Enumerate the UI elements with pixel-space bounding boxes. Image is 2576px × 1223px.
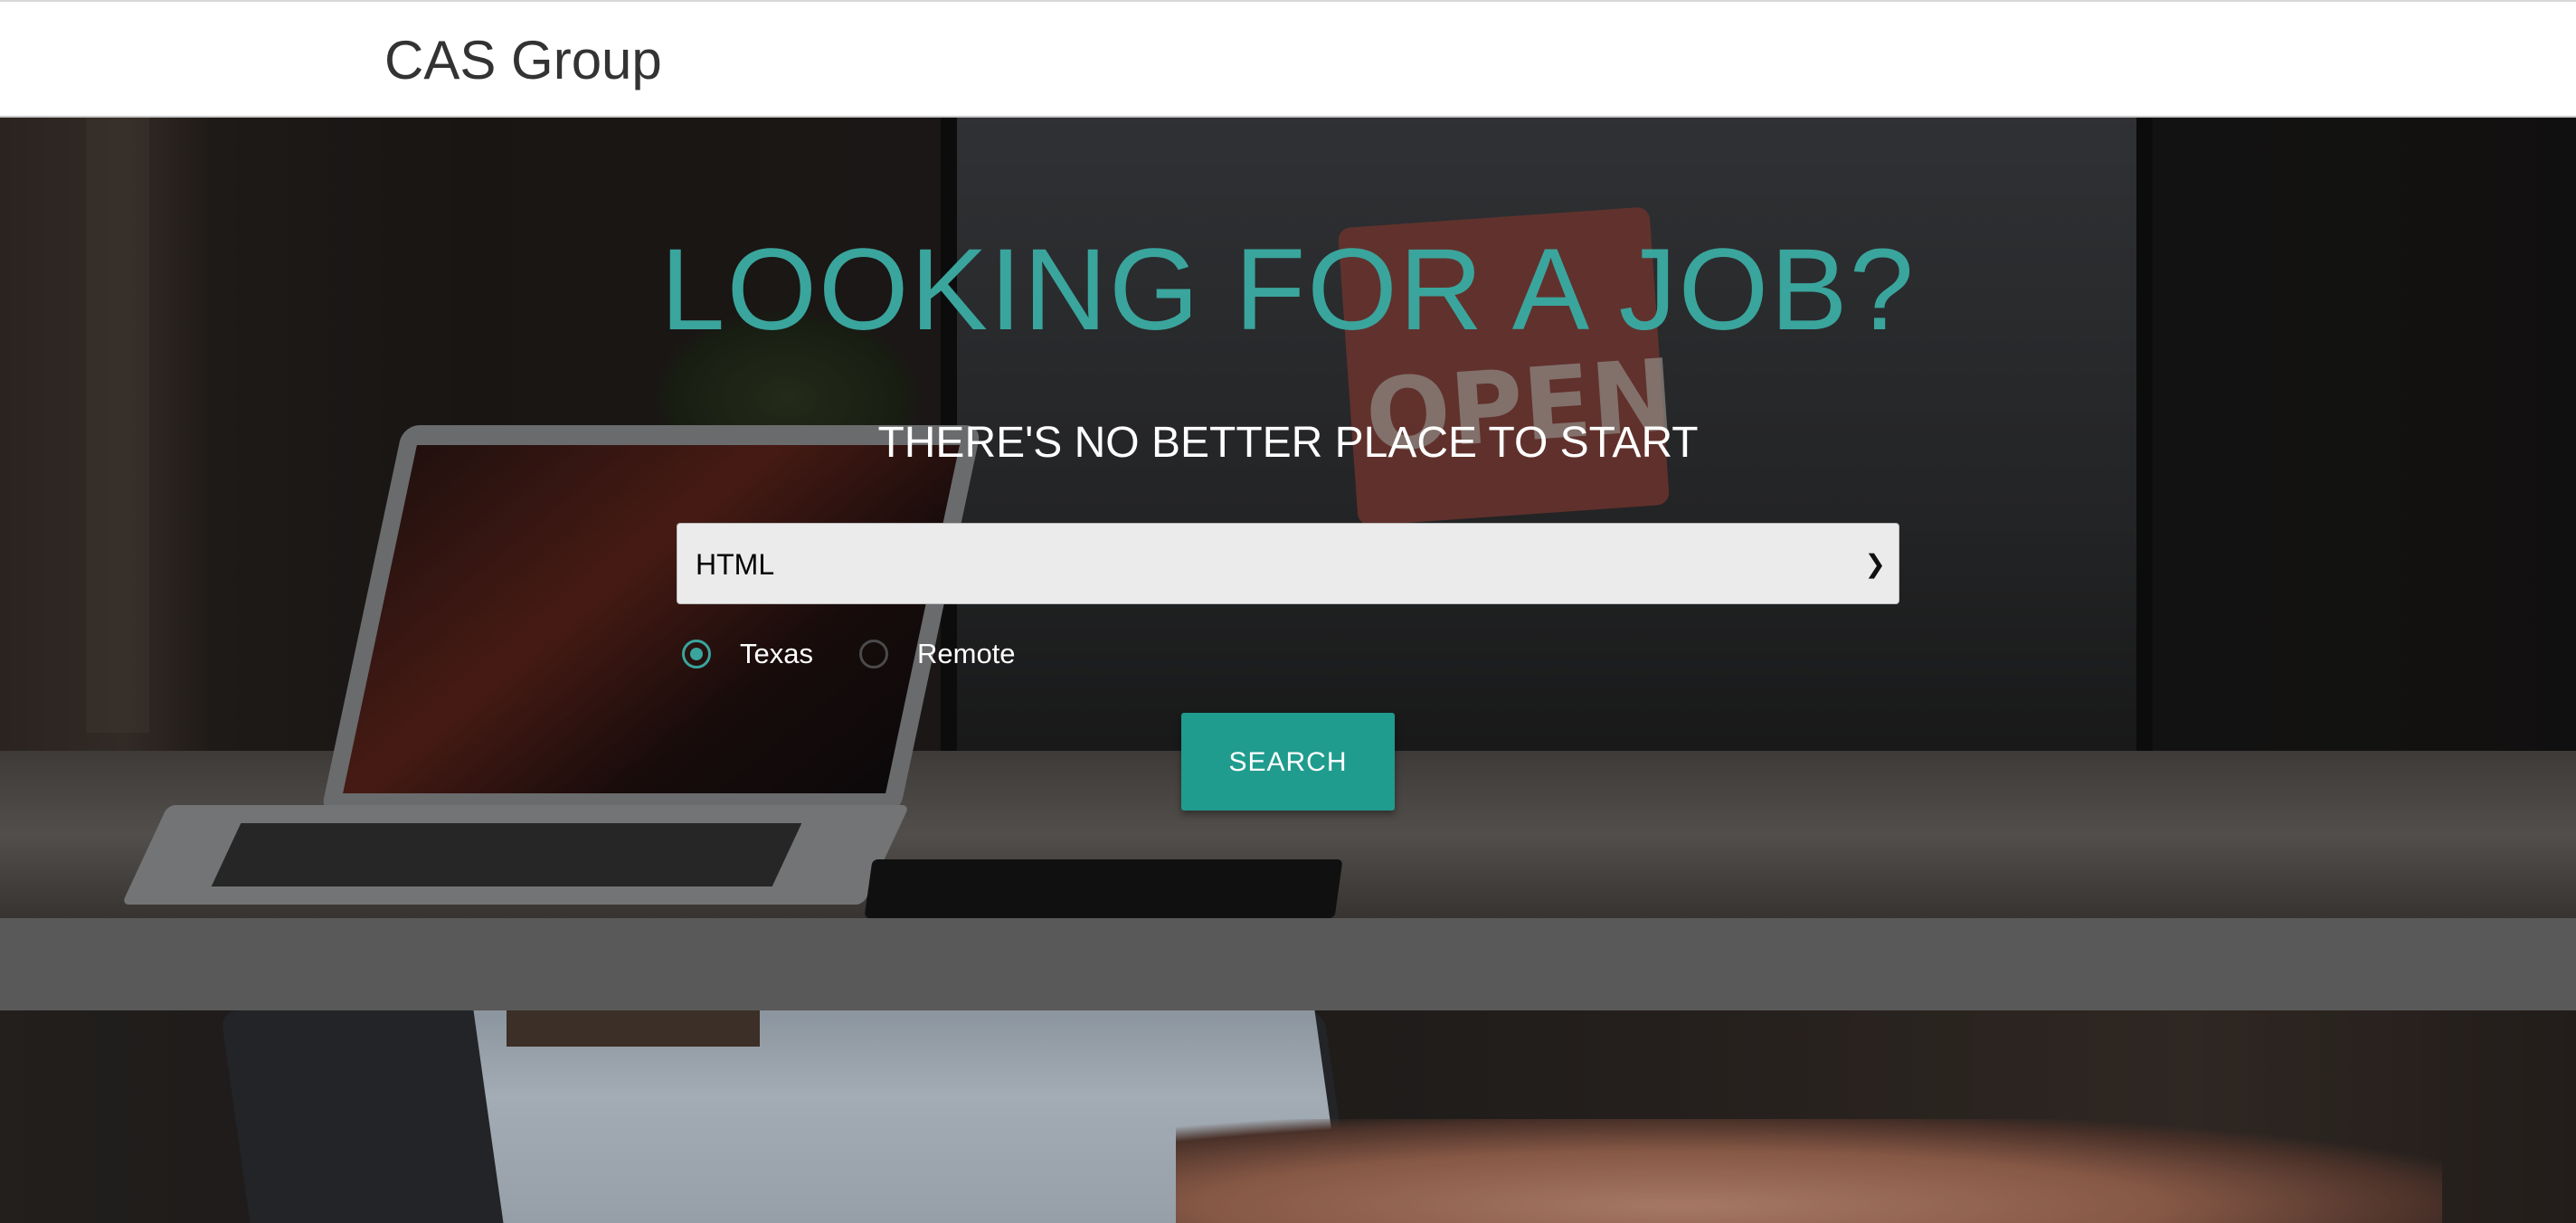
radio-remote-label: Remote bbox=[917, 638, 1016, 669]
radio-checked-icon[interactable] bbox=[682, 640, 711, 668]
brand-link[interactable]: CAS Group bbox=[384, 29, 662, 92]
skill-select-value: HTML bbox=[696, 548, 775, 581]
navbar: CAS Group bbox=[0, 2, 2576, 118]
radio-unchecked-icon[interactable] bbox=[859, 640, 888, 668]
hero-title: LOOKING FOR A JOB? bbox=[660, 225, 1916, 355]
hero-content: LOOKING FOR A JOB? THERE'S NO BETTER PLA… bbox=[0, 118, 2576, 918]
skill-select[interactable]: HTML ❯ bbox=[677, 523, 1899, 604]
chevron-down-icon: ❯ bbox=[1864, 550, 1886, 578]
section-divider-band bbox=[0, 918, 2576, 1010]
search-button[interactable]: SEARCH bbox=[1181, 713, 1395, 811]
hero-section: OPEN LOOKING FOR A JOB? THERE'S NO BETTE… bbox=[0, 118, 2576, 918]
radio-texas-label: Texas bbox=[740, 638, 813, 669]
secondary-background-image bbox=[0, 1010, 2576, 1223]
hero-subtitle: THERE'S NO BETTER PLACE TO START bbox=[877, 419, 1699, 467]
